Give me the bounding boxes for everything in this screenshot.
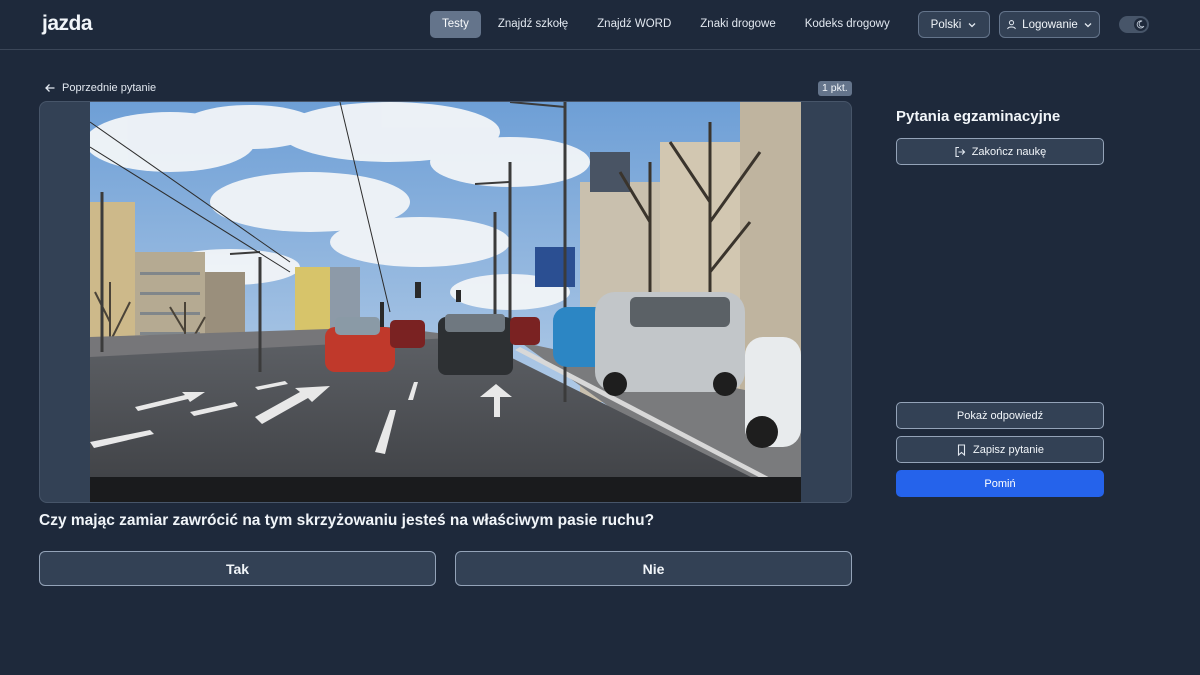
top-navbar: jazda Testy Znajdź szkołę Znajdź WORD Zn… bbox=[0, 0, 1200, 50]
chevron-down-icon bbox=[967, 20, 977, 30]
theme-toggle[interactable] bbox=[1119, 16, 1149, 33]
save-question-button[interactable]: Zapisz pytanie bbox=[896, 436, 1104, 463]
show-answer-button[interactable]: Pokaż odpowiedź bbox=[896, 402, 1104, 429]
moon-icon bbox=[1134, 18, 1147, 31]
skip-label: Pomiń bbox=[984, 477, 1016, 490]
question-text: Czy mając zamiar zawrócić na tym skrzyżo… bbox=[39, 512, 655, 529]
login-label: Logowanie bbox=[1022, 18, 1078, 31]
question-video[interactable] bbox=[90, 102, 801, 502]
chevron-down-icon bbox=[1083, 20, 1093, 30]
nav-item-testy[interactable]: Testy bbox=[430, 11, 481, 38]
points-badge: 1 pkt. bbox=[818, 81, 852, 96]
nav-item-traffic-code[interactable]: Kodeks drogowy bbox=[793, 11, 902, 38]
end-learning-label: Zakończ naukę bbox=[971, 145, 1047, 158]
previous-question-label: Poprzednie pytanie bbox=[62, 82, 157, 94]
language-select[interactable]: Polski bbox=[918, 11, 990, 38]
language-label: Polski bbox=[930, 18, 962, 31]
user-icon bbox=[1006, 19, 1017, 30]
logout-icon bbox=[954, 146, 966, 158]
login-button[interactable]: Logowanie bbox=[999, 11, 1100, 38]
nav-item-find-word[interactable]: Znajdź WORD bbox=[585, 11, 683, 38]
arrow-left-icon bbox=[44, 82, 56, 94]
answer-yes-label: Tak bbox=[225, 560, 250, 577]
question-media bbox=[39, 101, 852, 503]
side-panel-title: Pytania egzaminacyjne bbox=[896, 108, 1061, 125]
logo-text: jazda bbox=[42, 12, 93, 35]
skip-button[interactable]: Pomiń bbox=[896, 470, 1104, 497]
main-nav: Testy Znajdź szkołę Znajdź WORD Znaki dr… bbox=[430, 11, 959, 38]
nav-item-road-signs[interactable]: Znaki drogowe bbox=[688, 11, 787, 38]
previous-question-link[interactable]: Poprzednie pytanie bbox=[44, 80, 156, 96]
answer-no-label: Nie bbox=[642, 560, 665, 577]
logo[interactable]: jazda bbox=[42, 12, 93, 36]
answer-yes-button[interactable]: Tak bbox=[39, 551, 436, 586]
save-question-label: Zapisz pytanie bbox=[973, 443, 1044, 456]
nav-item-find-school[interactable]: Znajdź szkołę bbox=[486, 11, 580, 38]
answer-no-button[interactable]: Nie bbox=[455, 551, 852, 586]
end-learning-button[interactable]: Zakończ naukę bbox=[896, 138, 1104, 165]
show-answer-label: Pokaż odpowiedź bbox=[956, 409, 1044, 422]
bookmark-icon bbox=[956, 443, 967, 456]
